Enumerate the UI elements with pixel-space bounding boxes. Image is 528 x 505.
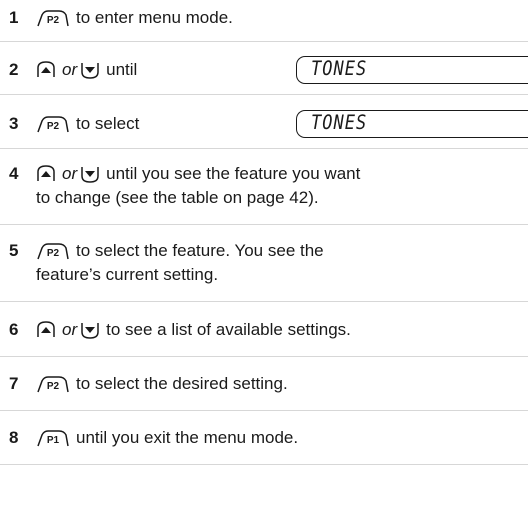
step-instruction: to select [76, 114, 140, 133]
step-number: 3 [9, 114, 19, 133]
p2-button-icon: P2 [37, 242, 69, 259]
divider [0, 224, 528, 225]
or-label: or [62, 164, 78, 183]
lcd-display: TONES [296, 110, 528, 138]
step-number: 2 [9, 60, 19, 79]
key-label: P2 [47, 248, 60, 259]
p2-button-icon: P2 [37, 115, 69, 132]
or-label: or [62, 60, 78, 79]
divider [0, 464, 528, 465]
divider [0, 410, 528, 411]
or-label: or [62, 320, 78, 339]
step-instruction: until [106, 60, 138, 79]
step-instruction: to enter menu mode. [76, 8, 233, 27]
step-instruction: until you exit the menu mode. [76, 428, 299, 447]
divider [0, 148, 528, 149]
step-text: P2 to select the desired setting. [36, 372, 288, 396]
p2-button-icon: P2 [37, 375, 69, 392]
p1-button-icon: P1 [37, 429, 69, 446]
up-arrow-button-icon [37, 321, 55, 337]
step-text: P2 to select [36, 112, 139, 136]
divider [0, 301, 528, 302]
key-label: P2 [47, 381, 60, 392]
step-text: P2 to select the feature. You see the fe… [36, 239, 324, 287]
step-number: 5 [9, 241, 19, 260]
lcd-text: TONES [311, 111, 368, 135]
divider [0, 41, 528, 42]
step-instruction: to select the feature. You see the [76, 241, 324, 260]
step-number: 4 [9, 164, 19, 183]
down-arrow-button-icon [81, 167, 99, 183]
step-text: P2 to enter menu mode. [36, 6, 233, 30]
divider [0, 94, 528, 95]
step-instruction-continued: feature’s current setting. [36, 265, 219, 284]
lcd-text: TONES [311, 57, 368, 81]
step-instruction: to select the desired setting. [76, 374, 288, 393]
step-instruction: to see a list of available settings. [106, 320, 351, 339]
step-text: or until [36, 58, 137, 82]
step-text: or to see a list of available settings. [36, 318, 351, 342]
down-arrow-button-icon [81, 323, 99, 339]
p2-button-icon: P2 [37, 9, 69, 26]
step-instruction: until you see the feature you want [106, 164, 361, 183]
up-arrow-button-icon [37, 165, 55, 181]
divider [0, 356, 528, 357]
key-label: P2 [47, 121, 60, 132]
step-number: 7 [9, 374, 19, 393]
step-instruction-continued: to change (see the table on page 42). [36, 188, 319, 207]
step-text: P1 until you exit the menu mode. [36, 426, 298, 450]
key-label: P2 [47, 15, 60, 26]
step-text: or until you see the feature you want to… [36, 162, 360, 210]
step-number: 6 [9, 320, 19, 339]
step-number: 8 [9, 428, 19, 447]
up-arrow-button-icon [37, 61, 55, 77]
key-label: P1 [47, 435, 60, 446]
down-arrow-button-icon [81, 63, 99, 79]
step-number: 1 [9, 8, 19, 27]
lcd-display: TONES [296, 56, 528, 84]
